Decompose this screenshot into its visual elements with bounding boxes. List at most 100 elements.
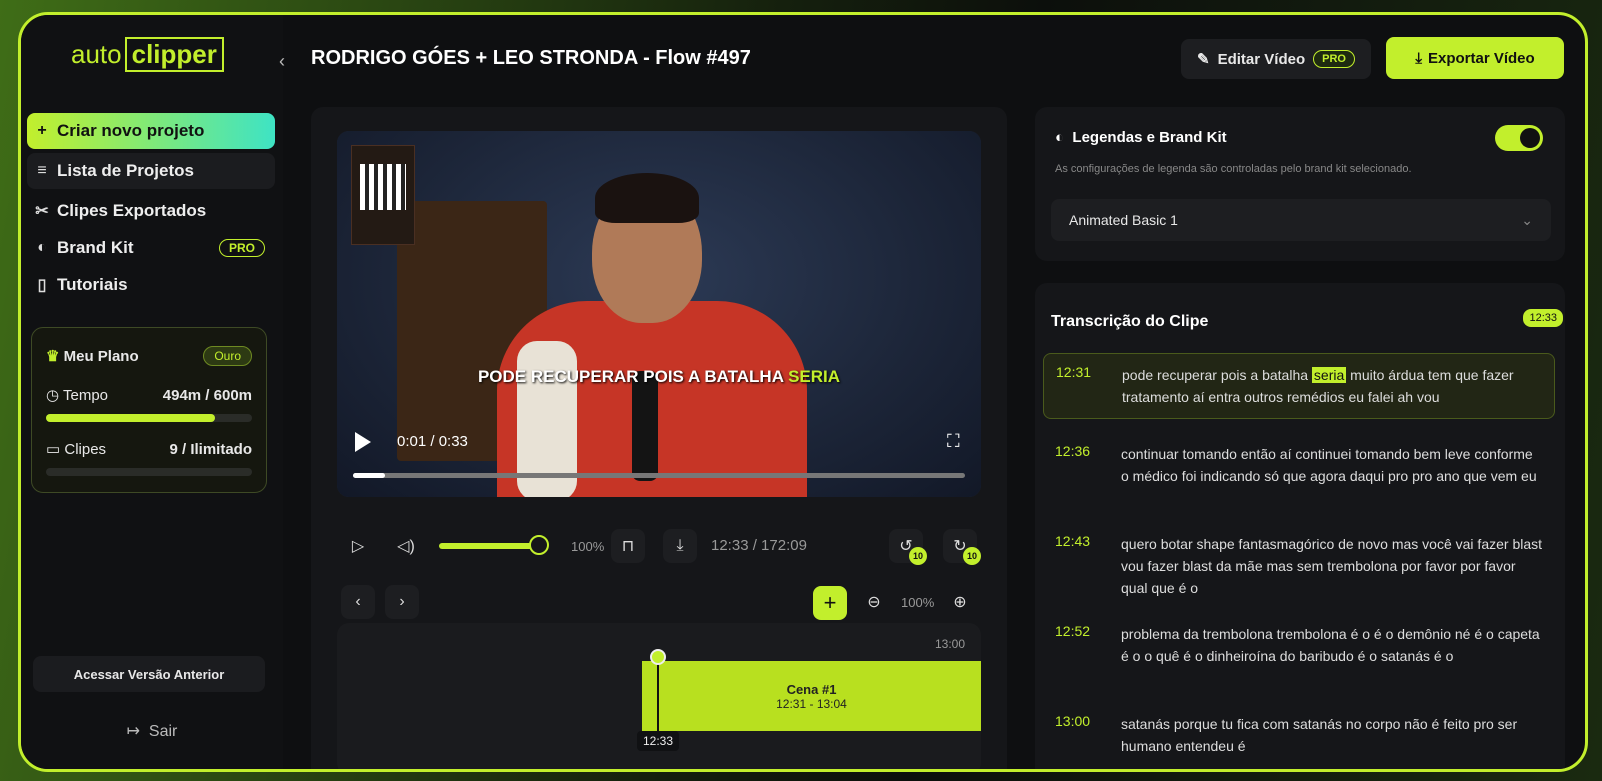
plan-tier-badge: Ouro [203,346,252,366]
video-play-icon[interactable] [355,432,371,452]
plan-card: ♛ Meu Plano Ouro ◷ Tempo 494m / 600m ▭ C… [31,327,267,493]
zoom-value: 100% [901,595,935,610]
clip-icon: ▭ [46,441,61,458]
clips-value: 9 / Ilimitado [169,440,252,458]
video-caption: PODE RECUPERAR POIS A BATALHA SERIA [477,367,841,386]
download-icon[interactable]: ⤓ [663,529,697,563]
plan-title: ♛ Meu Plano [46,348,139,365]
sidebar-item-tutorials[interactable]: ▯ Tutoriais [27,267,275,303]
playhead-label: 12:33 [637,731,680,751]
sidebar-item-project-list[interactable]: ≡ Lista de Projetos [27,153,275,189]
timeline-end-label: 13:00 [934,637,965,651]
rewind-badge: 10 [909,547,927,565]
play-button[interactable]: ▷ [341,529,375,563]
segment-text: continuar tomando então aí continuei tom… [1121,446,1537,484]
crown-icon: ♛ [46,348,60,365]
sidebar-item-label: Brand Kit [57,238,134,257]
zoom-in-icon[interactable]: ⊕ [943,585,977,619]
video-time: 0:01 / 0:33 [397,433,468,450]
page-title: RODRIGO GÓES + LEO STRONDA - Flow #497 [311,47,751,69]
fullscreen-icon[interactable]: ⛶ [947,431,960,452]
list-icon: ≡ [37,162,47,179]
video-player[interactable]: PODE RECUPERAR POIS A BATALHA SERIA 0:01… [337,131,981,497]
plan-clips-row: ▭ Clipes 9 / Ilimitado [46,440,252,459]
segment-text: satanás porque tu fica com satanás no co… [1121,716,1518,754]
palette-icon: ◐ [1055,129,1065,146]
download-icon: ⤓ [1415,49,1422,67]
add-scene-button[interactable]: + [813,586,847,620]
forward-badge: 10 [963,547,981,565]
app-logo[interactable]: auto clipper [71,37,224,72]
scene-range: 12:31 - 13:04 [776,696,847,711]
segment-timestamp[interactable]: 12:52 [1055,623,1121,667]
brand-kit-select[interactable]: Animated Basic 1 ⌄ [1051,199,1551,241]
scene-name: Cena #1 [786,681,837,697]
transcript-segment[interactable]: 12:43 quero botar shape fantasmagórico d… [1043,523,1555,609]
edit-video-button[interactable]: ✎ Editar Vídeo PRO [1181,39,1371,79]
prev-scene-button[interactable]: ‹ [341,585,375,619]
transcript-title: Transcrição do Clipe [1051,313,1209,330]
time-value: 494m / 600m [162,386,252,404]
sidebar-item-exported-clips[interactable]: ✂ Clipes Exportados [27,193,275,229]
transcript-segment[interactable]: 12:52 problema da trembolona trembolona … [1043,613,1555,677]
next-scene-button[interactable]: › [385,585,419,619]
video-microphone [632,371,658,481]
zoom-out-icon[interactable]: ⊖ [857,585,891,619]
playhead-handle[interactable] [650,649,666,665]
sidebar-item-brand-kit[interactable]: ◐ Brand Kit PRO [27,230,275,266]
transcript-panel: Transcrição do Clipe 12:33 12:31 pode re… [1035,283,1565,769]
volume-slider[interactable] [439,543,539,549]
scissors-icon: ✂ [35,203,49,220]
segment-timestamp[interactable]: 13:00 [1055,713,1121,757]
clips-progress-bar [46,468,252,476]
transcript-segment[interactable]: 12:31 pode recuperar pois a batalha seri… [1043,353,1555,419]
sidebar-item-new-project[interactable]: + Criar novo projeto [27,113,275,149]
segment-text: problema da trembolona trembolona é o é … [1121,626,1540,664]
segment-timestamp[interactable]: 12:31 [1056,364,1122,408]
chevron-down-icon: ⌄ [1521,211,1533,228]
volume-icon[interactable]: ◁) [389,529,423,563]
export-video-button[interactable]: ⤓ Exportar Vídeo [1386,37,1564,79]
pencil-icon: ✎ [1197,51,1210,68]
video-progress-bar[interactable] [353,473,965,478]
video-person-hair [595,173,699,223]
logout-icon: ↦ [126,723,141,740]
brand-kit-title: ◐ Legendas e Brand Kit [1055,129,1227,146]
transcript-time-badge: 12:33 [1523,309,1563,327]
timeline-position: 12:33 / 172:09 [711,537,807,554]
sidebar: auto clipper ‹ + Criar novo projeto ≡ Lis… [21,15,285,769]
plan-time-row: ◷ Tempo 494m / 600m [46,386,252,405]
volume-slider-knob[interactable] [529,535,549,555]
pro-badge: PRO [218,239,265,257]
palette-icon: ◐ [37,239,47,256]
brand-kit-panel: ◐ Legendas e Brand Kit As configurações … [1035,107,1565,261]
segment-timestamp[interactable]: 12:43 [1055,533,1121,599]
old-version-button[interactable]: Acessar Versão Anterior [33,656,265,692]
logout-button[interactable]: ↦ Sair [21,721,283,741]
captions-toggle[interactable] [1495,125,1543,151]
brand-kit-selected: Animated Basic 1 [1069,212,1178,228]
segment-text: pode recuperar pois a batalha seria muit… [1122,367,1514,405]
segment-timestamp[interactable]: 12:36 [1055,443,1121,487]
timeline[interactable]: 13:00 Cena #1 12:31 - 13:04 12:33 [337,623,981,769]
transcript-segment[interactable]: 12:36 continuar tomando então aí continu… [1043,433,1555,497]
sidebar-item-label: Tutoriais [57,275,128,294]
plan-header: ♛ Meu Plano Ouro [46,346,252,366]
scene-block[interactable]: Cena #1 12:31 - 13:04 [642,661,981,731]
transcript-segment[interactable]: 13:00 satanás porque tu fica com satanás… [1043,703,1555,767]
app-window: auto clipper ‹ + Criar novo projeto ≡ Lis… [18,12,1588,772]
brand-kit-subtitle: As configurações de legenda são controla… [1055,163,1412,175]
sidebar-item-label: Lista de Projetos [57,161,194,180]
segment-text: quero botar shape fantasmagórico de novo… [1121,536,1543,596]
playhead[interactable] [657,655,659,741]
sidebar-item-label: Criar novo projeto [57,121,205,140]
qr-code-image [351,145,415,245]
lock-icon[interactable]: ⊓ [611,529,645,563]
time-progress-bar [46,414,252,422]
sidebar-item-label: Clipes Exportados [57,201,207,220]
clock-icon: ◷ [46,387,60,404]
plus-icon: + [37,122,47,139]
volume-value: 100% [571,539,605,554]
book-icon: ▯ [37,277,47,294]
pro-badge: PRO [1313,50,1355,68]
